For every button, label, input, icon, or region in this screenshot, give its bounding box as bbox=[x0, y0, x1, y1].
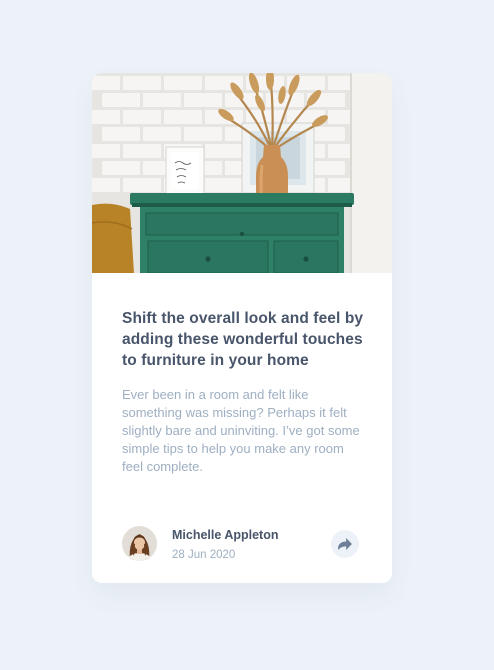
article-image bbox=[92, 73, 392, 273]
share-icon bbox=[338, 538, 352, 550]
article-description: Ever been in a room and felt like someth… bbox=[122, 387, 360, 474]
avatar bbox=[122, 526, 157, 561]
article-footer: Michelle Appleton 28 Jun 2020 bbox=[122, 526, 362, 566]
share-button[interactable] bbox=[331, 530, 359, 558]
article-content: Shift the overall look and feel by addin… bbox=[122, 308, 367, 476]
publish-date: 28 Jun 2020 bbox=[172, 549, 236, 561]
article-card: Shift the overall look and feel by addin… bbox=[92, 73, 392, 583]
article-title[interactable]: Shift the overall look and feel by addin… bbox=[122, 308, 367, 371]
author-name: Michelle Appleton bbox=[172, 528, 279, 542]
author-info: Michelle Appleton 28 Jun 2020 bbox=[172, 526, 279, 563]
